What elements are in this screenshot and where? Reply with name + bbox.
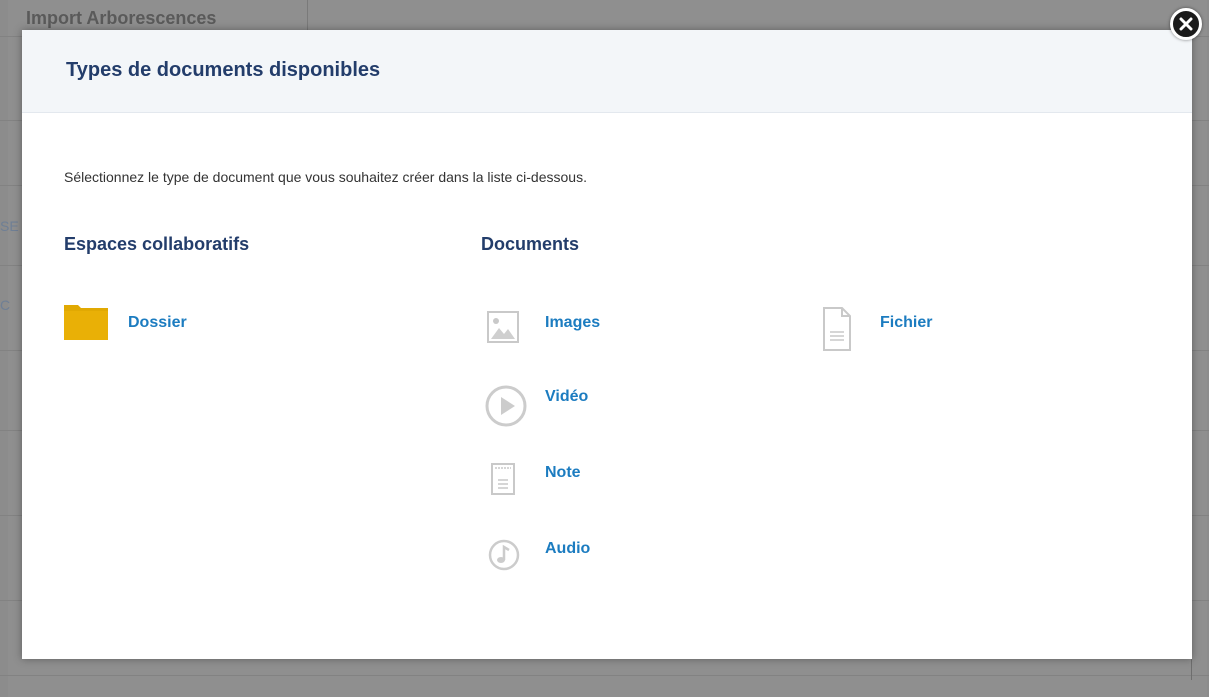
doc-type-label: Audio: [545, 540, 591, 557]
doc-type-label: Vidéo: [545, 388, 589, 405]
audio-icon: [487, 538, 521, 577]
doc-type-audio[interactable]: Audio: [487, 538, 647, 578]
close-button[interactable]: [1170, 8, 1202, 40]
doc-type-note[interactable]: Note: [490, 462, 650, 502]
image-icon: [486, 310, 520, 349]
doc-type-fichier[interactable]: Fichier: [822, 306, 982, 351]
background-text-fragment: SE: [0, 218, 19, 234]
dialog-header: Types de documents disponibles: [22, 30, 1192, 113]
background-text-fragment: C: [0, 297, 11, 313]
doc-type-label: Note: [545, 464, 581, 481]
background-divider: [0, 675, 1209, 676]
dialog-instruction: Sélectionnez le type de document que vou…: [64, 169, 587, 185]
document-types-dialog: Types de documents disponibles Sélection…: [22, 30, 1192, 659]
doc-type-label: Dossier: [128, 314, 187, 331]
doc-type-dossier[interactable]: Dossier: [64, 300, 224, 340]
section-heading-collaborative: Espaces collaboratifs: [64, 234, 250, 254]
doc-type-label: Images: [545, 314, 601, 331]
video-icon: [484, 384, 528, 433]
dialog-title: Types de documents disponibles: [66, 59, 381, 81]
folder-icon: [64, 300, 108, 345]
doc-type-images[interactable]: Images: [486, 310, 646, 350]
doc-type-video[interactable]: Vidéo: [484, 384, 644, 427]
section-heading-documents: Documents: [481, 234, 580, 254]
note-icon: [490, 462, 516, 501]
file-icon: [822, 306, 852, 357]
doc-type-label: Fichier: [880, 314, 933, 331]
